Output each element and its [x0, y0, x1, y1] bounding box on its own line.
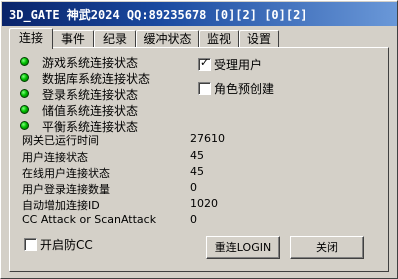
check-mark-icon: ✓ [200, 56, 210, 69]
tab-settings[interactable]: 设置 [239, 30, 279, 48]
status-led-icon [20, 89, 29, 98]
stat-value-cc-attack: 0 [190, 213, 197, 226]
status-label: 游戏系统连接状态 [42, 56, 139, 70]
status-led-icon [20, 105, 29, 114]
accept-users-label: 受理用户 [214, 58, 263, 72]
title-bar[interactable]: 3D_GATE 神武2024 QQ:89235678 [0][2] [0][2] [2, 2, 397, 26]
stat-label-cc-attack: CC Attack or ScanAttack [22, 213, 157, 226]
status-led-icon [20, 57, 29, 66]
tab-label: 纪录 [102, 32, 127, 46]
stat-value-auto-connection-id: 1020 [190, 197, 218, 210]
tab-label: 监视 [206, 32, 231, 46]
stat-label-user-connections: 用户连接状态 [22, 151, 88, 164]
stat-value-user-connections: 45 [190, 149, 204, 162]
role-pre-create-label: 角色预创建 [214, 82, 275, 96]
stat-label-online-connections: 在线用户连接状态 [22, 167, 110, 180]
stat-label-login-connections: 用户登录连接数量 [22, 183, 110, 196]
close-button[interactable]: 关闭 [290, 236, 364, 259]
role-pre-create-checkbox[interactable] [198, 82, 211, 95]
reconnect-login-button[interactable]: 重连LOGIN [206, 236, 280, 259]
tab-label: 设置 [246, 32, 271, 46]
tab-events[interactable]: 事件 [52, 30, 94, 48]
tab-buffer-status[interactable]: 缓冲状态 [136, 30, 199, 48]
status-label: 数据库系统连接状态 [42, 72, 151, 86]
stat-value-online-connections: 45 [190, 165, 204, 178]
window-title: 3D_GATE 神武2024 QQ:89235678 [0][2] [0][2] [9, 8, 308, 22]
anti-cc-label: 开启防CC [40, 238, 93, 252]
tab-log[interactable]: 纪录 [94, 30, 136, 48]
connection-panel: 游戏系统连接状态 数据库系统连接状态 登录系统连接状态 储值系统连接状态 平衡系… [9, 47, 389, 272]
status-label: 登录系统连接状态 [42, 88, 139, 102]
tab-connection[interactable]: 连接 [9, 28, 53, 49]
status-led-icon [20, 73, 29, 82]
gate-window: 3D_GATE 神武2024 QQ:89235678 [0][2] [0][2]… [0, 0, 398, 279]
tab-label: 连接 [18, 31, 43, 45]
tab-monitor[interactable]: 监视 [199, 30, 239, 48]
stat-value-login-connections: 0 [190, 181, 197, 194]
stat-label-auto-connection-id: 自动增加连接ID [22, 199, 100, 212]
accept-users-checkbox[interactable]: ✓ [198, 56, 211, 71]
tab-label: 缓冲状态 [143, 32, 192, 46]
tab-label: 事件 [60, 32, 85, 46]
status-label: 储值系统连接状态 [42, 104, 139, 118]
anti-cc-checkbox[interactable] [24, 238, 37, 251]
stat-label-uptime: 网关已运行时间 [22, 134, 99, 147]
tab-strip: 连接 事件 纪录 缓冲状态 监视 设置 [9, 28, 389, 49]
status-led-icon [20, 121, 29, 130]
stat-value-uptime: 27610 [190, 132, 225, 145]
